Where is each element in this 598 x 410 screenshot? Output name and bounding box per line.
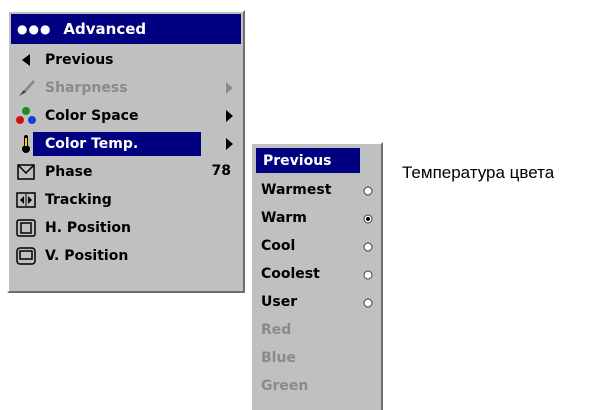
menu-item-label: Previous bbox=[45, 52, 114, 68]
menu-item-label: Color Space bbox=[45, 108, 139, 124]
submenu-item-warm[interactable]: Warm bbox=[254, 204, 381, 232]
menu-item-h-position[interactable]: H. Position bbox=[11, 214, 241, 242]
radio-unselected-icon[interactable] bbox=[363, 242, 373, 252]
submenu-item-label: Previous bbox=[263, 152, 332, 169]
submenu-item-label: Cool bbox=[261, 238, 296, 254]
submenu-item-user[interactable]: User bbox=[254, 288, 381, 316]
menu-item-label: V. Position bbox=[45, 248, 129, 264]
radio-unselected-icon[interactable] bbox=[363, 298, 373, 308]
phase-value: 78 bbox=[211, 163, 231, 179]
submenu-arrow-icon bbox=[226, 82, 233, 94]
menu-item-color-space[interactable]: Color Space bbox=[11, 102, 241, 130]
menu-item-label: H. Position bbox=[45, 220, 131, 236]
submenu-item-cool[interactable]: Cool bbox=[254, 232, 381, 260]
submenu-item-label: Green bbox=[261, 378, 309, 394]
dots-icon: ●●● bbox=[17, 22, 52, 36]
submenu-item-label: Blue bbox=[261, 350, 296, 366]
menu-item-previous[interactable]: Previous bbox=[11, 46, 241, 74]
submenu-item-green[interactable]: Green bbox=[254, 372, 381, 400]
menu-item-v-position[interactable]: V. Position bbox=[11, 242, 241, 270]
submenu-item-label: Warm bbox=[261, 210, 307, 226]
phase-icon bbox=[15, 161, 37, 183]
menu-item-label: Color Temp. bbox=[45, 136, 139, 152]
sharpness-icon bbox=[15, 77, 37, 99]
color-space-icon bbox=[15, 105, 37, 127]
radio-unselected-icon[interactable] bbox=[363, 186, 373, 196]
tracking-icon bbox=[15, 189, 37, 211]
color-temp-submenu: Previous Warmest Warm Cool Coolest User … bbox=[250, 142, 383, 410]
submenu-item-coolest[interactable]: Coolest bbox=[254, 260, 381, 288]
menu-item-phase[interactable]: Phase 78 bbox=[11, 158, 241, 186]
menu-item-label: Tracking bbox=[45, 192, 112, 208]
caption-text: Температура цвета bbox=[402, 163, 555, 182]
submenu-arrow-icon bbox=[226, 110, 233, 122]
submenu-item-previous[interactable]: Previous bbox=[256, 148, 360, 173]
submenu-item-label: User bbox=[261, 294, 298, 310]
menu-item-sharpness[interactable]: Sharpness bbox=[11, 74, 241, 102]
menu-item-label: Sharpness bbox=[45, 80, 128, 96]
h-position-icon bbox=[15, 217, 37, 239]
submenu-item-blue[interactable]: Blue bbox=[254, 344, 381, 372]
submenu-arrow-icon bbox=[226, 138, 233, 150]
submenu-item-label: Coolest bbox=[261, 266, 320, 282]
menu-item-color-temp[interactable]: Color Temp. bbox=[11, 130, 241, 158]
menu-title-bar: ●●● Advanced bbox=[11, 14, 241, 44]
menu-item-tracking[interactable]: Tracking bbox=[11, 186, 241, 214]
submenu-item-label: Red bbox=[261, 322, 292, 338]
radio-unselected-icon[interactable] bbox=[363, 270, 373, 280]
submenu-item-label: Warmest bbox=[261, 182, 332, 198]
menu-title: Advanced bbox=[63, 20, 147, 38]
submenu-item-red[interactable]: Red bbox=[254, 316, 381, 344]
submenu-item-warmest[interactable]: Warmest bbox=[254, 176, 381, 204]
back-arrow-icon bbox=[15, 49, 37, 71]
radio-selected-icon[interactable] bbox=[363, 214, 373, 224]
v-position-icon bbox=[15, 245, 37, 267]
advanced-menu: ●●● Advanced Previous Sharpness Color Sp… bbox=[7, 10, 245, 293]
